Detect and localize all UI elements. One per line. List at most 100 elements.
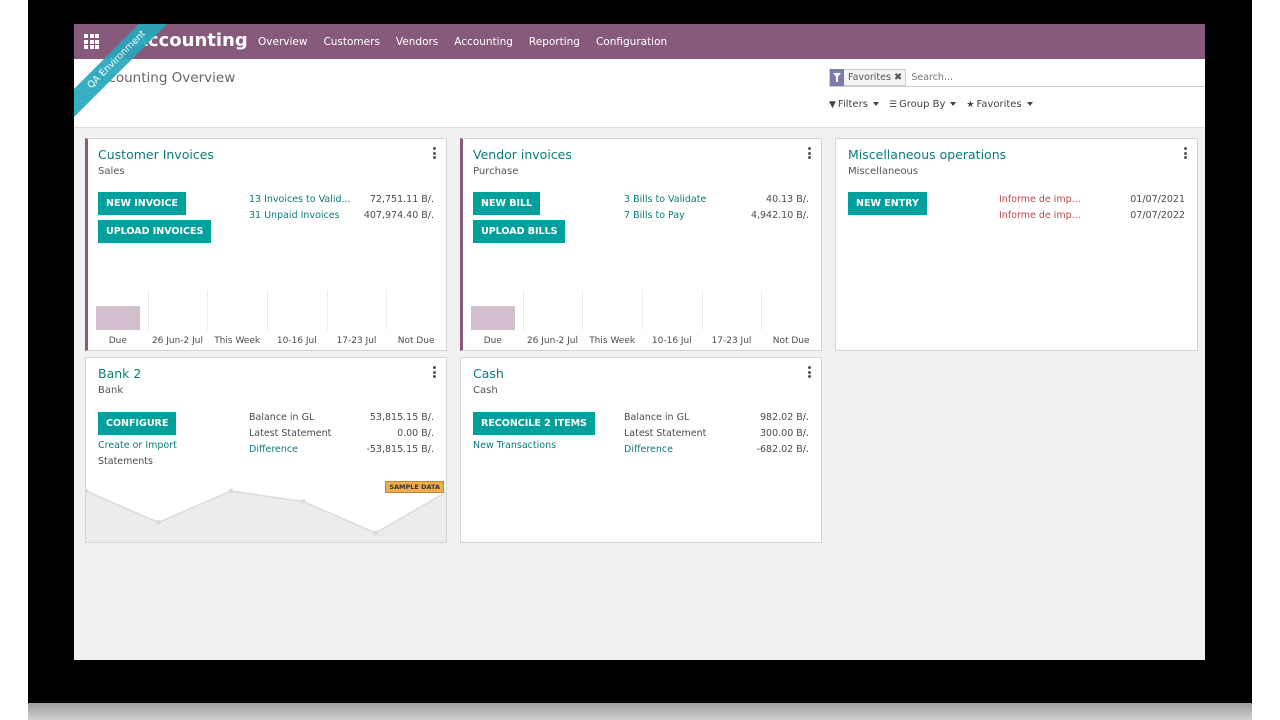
reconcile-button[interactable]: RECONCILE 2 ITEMS bbox=[473, 412, 595, 435]
menu-accounting[interactable]: Accounting bbox=[454, 36, 513, 48]
chart-tick-label: Not Due bbox=[397, 336, 435, 346]
balance-gl-label: Balance in GL bbox=[249, 412, 315, 423]
chart-tick-label: Not Due bbox=[772, 336, 810, 346]
facet-label: Favorites bbox=[848, 71, 891, 83]
chart-tick-label: 26 Jun-2 Jul bbox=[151, 336, 204, 346]
journal-card-cash: Cash Cash RECONCILE 2 ITEMS New Transact… bbox=[460, 357, 822, 543]
favorites-dropdown[interactable]: ★ Favorites bbox=[966, 99, 1033, 110]
unpaid-invoices-amount: 407,974.40 B/. bbox=[363, 210, 434, 221]
caret-down-icon bbox=[872, 101, 879, 106]
chart-bar[interactable] bbox=[471, 306, 515, 330]
cash-line-chart bbox=[461, 508, 822, 543]
balance-gl-amount: 53,815.15 B/. bbox=[369, 412, 434, 423]
invoices-to-validate-amount: 72,751.11 B/. bbox=[369, 194, 434, 205]
invoices-to-validate-link[interactable]: 13 Invoices to Valid... bbox=[249, 194, 351, 205]
journal-card-vendor-invoices: Vendor invoices Purchase NEW BILL UPLOAD… bbox=[460, 138, 822, 351]
balance-gl-amount: 982.02 B/. bbox=[760, 412, 809, 423]
journal-type: Bank bbox=[98, 385, 124, 396]
configure-button[interactable]: CONFIGURE bbox=[98, 412, 177, 435]
groupby-dropdown[interactable]: ☰ Group By bbox=[888, 99, 957, 110]
chart-tick-label: 10-16 Jul bbox=[651, 336, 692, 346]
chart-col-divider bbox=[701, 290, 703, 330]
facet-remove-icon[interactable]: ✖ bbox=[894, 72, 905, 83]
search-input[interactable] bbox=[911, 71, 1192, 83]
journal-card-bank2: Bank 2 Bank CONFIGURE Create or Import S… bbox=[85, 357, 447, 543]
kebab-menu-icon[interactable] bbox=[1182, 147, 1188, 159]
journal-type: Miscellaneous bbox=[848, 166, 919, 177]
difference-link[interactable]: Difference bbox=[624, 444, 673, 455]
difference-amount: -682.02 B/. bbox=[756, 444, 809, 455]
apps-menu-icon[interactable] bbox=[84, 34, 99, 49]
caret-down-icon bbox=[950, 101, 957, 106]
report-link[interactable]: Informe de imp... bbox=[999, 194, 1081, 205]
bills-to-pay-link[interactable]: 7 Bills to Pay bbox=[624, 210, 685, 221]
kebab-menu-icon[interactable] bbox=[806, 147, 812, 159]
chart-tick-label: Due bbox=[108, 336, 127, 346]
filter-icon bbox=[830, 68, 844, 86]
filters-dropdown[interactable]: ▼ Filters bbox=[829, 99, 879, 110]
new-entry-button[interactable]: NEW ENTRY bbox=[848, 192, 927, 215]
star-icon: ★ bbox=[966, 99, 975, 110]
filters-label: Filters bbox=[837, 99, 868, 110]
latest-statement-label: Latest Statement bbox=[624, 428, 707, 439]
chart-tick-label: 26 Jun-2 Jul bbox=[526, 336, 579, 346]
latest-statement-amount: 300.00 B/. bbox=[760, 428, 809, 439]
chart-tick-label: Due bbox=[483, 336, 502, 346]
new-bill-button[interactable]: NEW BILL bbox=[473, 192, 541, 215]
report-link[interactable]: Informe de imp... bbox=[999, 210, 1081, 221]
journal-title[interactable]: Customer Invoices bbox=[98, 147, 214, 162]
journal-type: Sales bbox=[98, 166, 125, 177]
chart-col-divider bbox=[147, 290, 149, 330]
bills-to-pay-amount: 4,942.10 B/. bbox=[750, 210, 809, 221]
balance-line-chart bbox=[86, 488, 446, 542]
search-options: ▼ Filters ☰ Group By ★ Favorites bbox=[829, 99, 1043, 110]
difference-amount: -53,815.15 B/. bbox=[366, 444, 434, 455]
kebab-menu-icon[interactable] bbox=[431, 366, 437, 378]
chart-point[interactable] bbox=[373, 530, 379, 536]
difference-link[interactable]: Difference bbox=[249, 444, 298, 455]
chart-col-divider bbox=[326, 290, 328, 330]
journal-title[interactable]: Vendor invoices bbox=[473, 147, 572, 162]
chart-col-divider bbox=[207, 290, 209, 330]
groupby-label: Group By bbox=[898, 99, 946, 110]
menu-overview[interactable]: Overview bbox=[258, 36, 307, 48]
latest-statement-label: Latest Statement bbox=[249, 428, 332, 439]
menu-vendors[interactable]: Vendors bbox=[396, 36, 438, 48]
menu-customers[interactable]: Customers bbox=[323, 36, 379, 48]
chart-point[interactable] bbox=[155, 520, 161, 525]
new-invoice-button[interactable]: NEW INVOICE bbox=[98, 192, 186, 215]
create-import-link[interactable]: Create or Import bbox=[98, 440, 177, 451]
caret-down-icon bbox=[1026, 101, 1033, 106]
top-navbar: Accounting Overview Customers Vendors Ac… bbox=[74, 24, 1205, 59]
journal-card-customer-invoices: Customer Invoices Sales NEW INVOICE UPLO… bbox=[85, 138, 447, 351]
odoo-screen: Accounting Overview Customers Vendors Ac… bbox=[74, 24, 1205, 660]
monitor-stand-edge bbox=[28, 703, 1252, 720]
upload-invoices-button[interactable]: UPLOAD INVOICES bbox=[98, 220, 212, 243]
kebab-menu-icon[interactable] bbox=[806, 366, 812, 378]
chart-tick-label: 17-23 Jul bbox=[336, 336, 377, 346]
bills-to-validate-amount: 40.13 B/. bbox=[766, 194, 809, 205]
new-transactions-link[interactable]: New Transactions bbox=[473, 440, 556, 451]
kebab-menu-icon[interactable] bbox=[431, 147, 437, 159]
journal-title[interactable]: Bank 2 bbox=[98, 366, 141, 381]
main-menu: Overview Customers Vendors Accounting Re… bbox=[258, 24, 683, 59]
control-panel: Accounting Overview Favorites ✖ ▼ Filter… bbox=[74, 59, 1205, 128]
chart-point[interactable] bbox=[228, 488, 234, 494]
journal-title[interactable]: Cash bbox=[473, 366, 504, 381]
chart-col-divider bbox=[582, 290, 584, 330]
statements-text: Statements bbox=[98, 456, 153, 467]
unpaid-invoices-link[interactable]: 31 Unpaid Invoices bbox=[249, 210, 340, 221]
journal-type: Cash bbox=[473, 385, 498, 396]
chart-point[interactable] bbox=[300, 499, 306, 504]
menu-reporting[interactable]: Reporting bbox=[529, 36, 580, 48]
chart-col-divider bbox=[267, 290, 268, 330]
chart-bar[interactable] bbox=[96, 306, 140, 330]
aging-bar-chart: Due 26 Jun-2 Jul This Week 10-16 Jul 17-23 J… bbox=[463, 290, 821, 350]
latest-statement-amount: 0.00 B/. bbox=[397, 428, 434, 439]
upload-bills-button[interactable]: UPLOAD BILLS bbox=[473, 220, 566, 243]
list-icon: ☰ bbox=[888, 99, 897, 110]
bills-to-validate-link[interactable]: 3 Bills to Validate bbox=[624, 194, 706, 205]
filter-icon: ▼ bbox=[829, 99, 836, 110]
menu-configuration[interactable]: Configuration bbox=[596, 36, 667, 48]
journal-title[interactable]: Miscellaneous operations bbox=[848, 147, 1006, 162]
